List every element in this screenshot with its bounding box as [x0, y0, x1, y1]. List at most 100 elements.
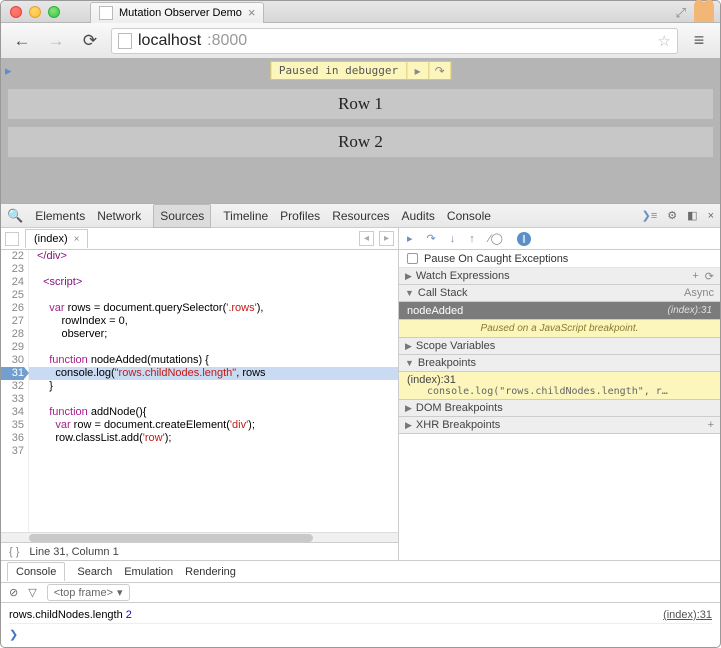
drawer-tab-rendering[interactable]: Rendering: [185, 566, 236, 578]
console-toolbar: ⊘ ▽ <top frame> ▾: [1, 583, 720, 603]
next-icon[interactable]: ▸: [379, 231, 394, 246]
resume-overlay-icon[interactable]: ▸: [5, 63, 21, 75]
url-port: :8000: [207, 32, 247, 50]
refresh-watch-icon[interactable]: ⟳: [705, 270, 714, 283]
frame-selector[interactable]: <top frame> ▾: [47, 584, 130, 601]
chevron-down-icon: ▾: [117, 586, 123, 599]
tab-profiles[interactable]: Profiles: [280, 209, 320, 223]
chevron-right-icon: ▶: [405, 403, 412, 414]
scope-header[interactable]: ▶ Scope Variables: [399, 338, 720, 355]
browser-tab[interactable]: Mutation Observer Demo ×: [90, 2, 264, 23]
line-gutter[interactable]: 22232425262728293031323334353637: [1, 250, 29, 532]
zoom-window-button[interactable]: [48, 6, 60, 18]
breakpoints-header[interactable]: ▼ Breakpoints: [399, 355, 720, 372]
tab-timeline[interactable]: Timeline: [223, 209, 268, 223]
prev-icon[interactable]: ◂: [359, 231, 374, 246]
stack-frame-name: nodeAdded: [407, 305, 463, 317]
back-button[interactable]: ←: [9, 28, 35, 54]
url-bar[interactable]: localhost :8000 ☆: [111, 28, 678, 54]
step-into-icon[interactable]: ↓: [450, 233, 456, 245]
console-source-link[interactable]: (index):31: [663, 609, 712, 621]
minimize-window-button[interactable]: [29, 6, 41, 18]
step-out-icon[interactable]: ↑: [469, 233, 475, 245]
nav-toolbar: ← → ⟳ localhost :8000 ☆ ≡: [1, 23, 720, 59]
tab-resources[interactable]: Resources: [332, 209, 389, 223]
bookmark-icon[interactable]: ☆: [658, 32, 671, 50]
page-icon: [99, 6, 113, 20]
pause-banner: Paused in debugger ▸ ↷: [270, 61, 451, 80]
watch-header[interactable]: ▶ Watch Expressions +⟳: [399, 268, 720, 285]
drawer-tabbar: Console Search Emulation Rendering: [1, 561, 720, 583]
tab-network[interactable]: Network: [97, 209, 141, 223]
console-prompt[interactable]: ❯: [9, 624, 712, 641]
toggle-drawer-icon[interactable]: ❯≡: [642, 209, 658, 222]
callstack-header[interactable]: ▼ Call Stack Async: [399, 285, 720, 302]
source-file-tab[interactable]: (index) ×: [25, 229, 88, 248]
pause-caught-checkbox[interactable]: [407, 253, 418, 264]
add-xhr-icon[interactable]: +: [708, 419, 714, 431]
window-titlebar: Mutation Observer Demo × ⤢: [1, 1, 720, 23]
debugger-controls: ▸ ↷ ↓ ↑ ⁄◯ ∥: [399, 228, 720, 250]
breakpoint-code: console.log("rows.childNodes.length", r…: [407, 386, 712, 397]
horizontal-scrollbar[interactable]: [1, 532, 398, 542]
pause-caught-row[interactable]: Pause On Caught Exceptions: [399, 250, 720, 268]
pause-exceptions-icon[interactable]: ∥: [517, 232, 531, 246]
inspect-icon[interactable]: 🔍: [7, 208, 23, 224]
add-watch-icon[interactable]: +: [692, 270, 698, 283]
drawer-tab-search[interactable]: Search: [77, 566, 112, 578]
resume-icon[interactable]: ▸: [407, 232, 413, 245]
dom-breakpoints-header[interactable]: ▶ DOM Breakpoints: [399, 400, 720, 417]
breakpoint-item[interactable]: (index):31 console.log("rows.childNodes.…: [399, 372, 720, 400]
chevron-right-icon: ▶: [405, 420, 412, 431]
reload-button[interactable]: ⟳: [77, 28, 103, 54]
navigator-icon[interactable]: [5, 232, 19, 246]
menu-button[interactable]: ≡: [686, 28, 712, 54]
drawer-tab-console[interactable]: Console: [7, 562, 65, 581]
tab-sources[interactable]: Sources: [153, 204, 211, 228]
settings-icon[interactable]: ⚙: [667, 209, 677, 222]
code-lines: </div> <script> var rows = document.quer…: [29, 250, 398, 532]
clear-console-icon[interactable]: ⊘: [9, 586, 18, 599]
page-row: Row 2: [8, 127, 713, 157]
close-file-icon[interactable]: ×: [74, 234, 80, 245]
xhr-breakpoints-header[interactable]: ▶ XHR Breakpoints +: [399, 417, 720, 434]
devtools-tabbar: 🔍 Elements Network Sources Timeline Prof…: [1, 204, 720, 228]
page-viewport: ▸ Paused in debugger ▸ ↷ Row 1 Row 2: [1, 59, 720, 203]
pretty-print-icon[interactable]: { }: [9, 546, 19, 558]
source-file-name: (index): [34, 233, 68, 245]
close-tab-icon[interactable]: ×: [248, 5, 256, 20]
source-tabbar: (index) × ◂ ▸: [1, 228, 398, 250]
deactivate-breakpoints-icon[interactable]: ⁄◯: [489, 232, 503, 245]
chevron-down-icon: ▼: [405, 358, 414, 368]
tab-console[interactable]: Console: [447, 209, 491, 223]
cursor-status: { } Line 31, Column 1: [1, 542, 398, 560]
chevron-right-icon: ▶: [405, 341, 412, 352]
step-over-icon[interactable]: ↷: [427, 232, 436, 245]
filter-icon[interactable]: ▽: [28, 586, 36, 599]
banner-resume-button[interactable]: ▸: [407, 61, 429, 80]
devtools: 🔍 Elements Network Sources Timeline Prof…: [1, 203, 720, 645]
code-editor[interactable]: 22232425262728293031323334353637 </div> …: [1, 250, 398, 532]
page-rows: Row 1 Row 2: [8, 89, 713, 165]
close-window-button[interactable]: [10, 6, 22, 18]
extension-icon[interactable]: [694, 2, 714, 22]
forward-button[interactable]: →: [43, 28, 69, 54]
paused-reason: Paused on a JavaScript breakpoint.: [399, 320, 720, 338]
source-panel: (index) × ◂ ▸ 22232425262728293031323334…: [1, 228, 399, 560]
callstack-frame-active[interactable]: nodeAdded (index):31: [399, 302, 720, 320]
close-devtools-icon[interactable]: ×: [708, 210, 714, 222]
url-host: localhost: [138, 32, 201, 50]
banner-step-button[interactable]: ↷: [429, 61, 451, 80]
drawer-tab-emulation[interactable]: Emulation: [124, 566, 173, 578]
cursor-position: Line 31, Column 1: [29, 546, 118, 558]
breakpoint-location: (index):31: [407, 374, 456, 386]
chevron-right-icon: ▶: [405, 271, 412, 282]
tab-elements[interactable]: Elements: [35, 209, 85, 223]
tab-audits[interactable]: Audits: [402, 209, 435, 223]
console-log-line: rows.childNodes.length 2 (index):31: [9, 607, 712, 624]
stack-frame-location: (index):31: [668, 305, 712, 316]
dock-icon[interactable]: ◧: [687, 209, 697, 222]
chevron-down-icon: ▼: [405, 288, 414, 298]
expand-window-icon[interactable]: ⤢: [676, 5, 686, 21]
page-row: Row 1: [8, 89, 713, 119]
